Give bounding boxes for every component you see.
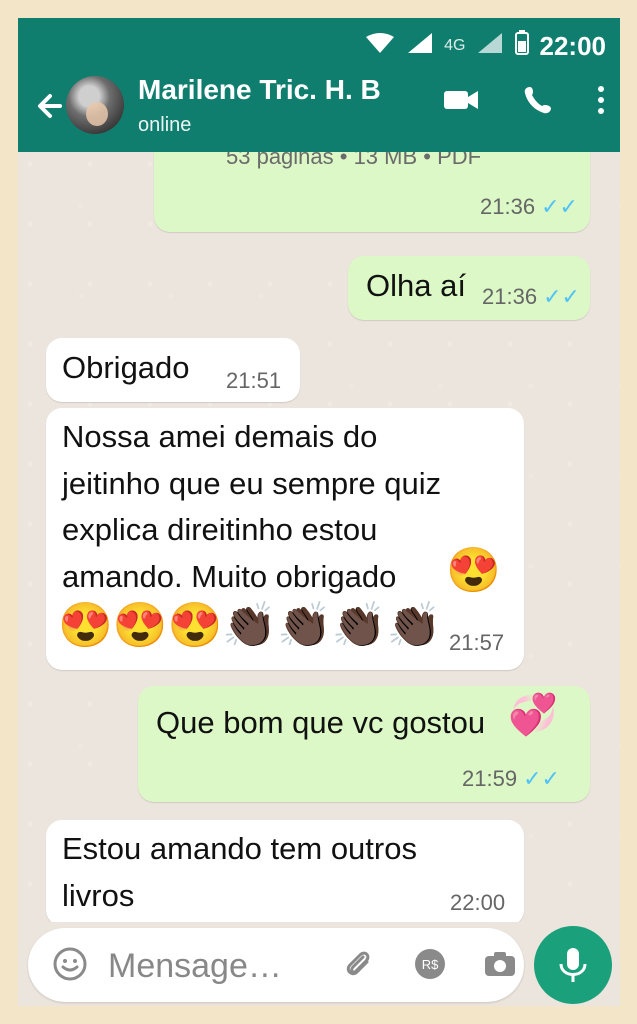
composer-bar: R$ xyxy=(18,922,620,1006)
message-time: 21:59 ✓✓ xyxy=(462,766,560,792)
video-call-icon[interactable] xyxy=(442,85,480,120)
chat-screen: 4G 22:00 Marilene Tric. H. B online 53 p… xyxy=(18,18,620,1006)
read-ticks-icon: ✓✓ xyxy=(541,194,578,219)
document-meta: 53 páginas • 13 MB • PDF xyxy=(226,152,482,169)
app-bar: Marilene Tric. H. B online xyxy=(18,68,620,152)
network-label: 4G xyxy=(444,37,466,54)
emoji-inline: 😍 xyxy=(446,546,501,595)
top-bar: 4G 22:00 Marilene Tric. H. B online xyxy=(18,18,620,152)
message-bubble-out[interactable]: Que bom que vc gostou 💞 21:59 ✓✓ xyxy=(138,686,590,802)
wifi-icon xyxy=(364,31,396,62)
phone-icon[interactable] xyxy=(522,84,554,121)
payment-icon[interactable]: R$ xyxy=(410,944,450,984)
message-bubble-document[interactable]: 53 páginas • 13 MB • PDF 21:36 ✓✓ xyxy=(154,152,590,232)
read-ticks-icon: ✓✓ xyxy=(523,766,560,791)
message-text: Nossa amei demais do jeitinho que eu sem… xyxy=(62,419,442,594)
time-label: 21:36 xyxy=(482,284,538,309)
message-bubble-in[interactable]: Estou amando tem outros livros 22:00 xyxy=(46,820,524,922)
header-actions xyxy=(442,84,606,121)
message-text: Olha aí xyxy=(366,268,466,303)
time-label: 21:57 xyxy=(449,630,505,655)
message-text: Estou amando tem outros livros xyxy=(62,831,417,913)
time-label: 21:51 xyxy=(226,368,282,393)
signal-icon-2 xyxy=(476,31,504,62)
message-time: 21:36 ✓✓ xyxy=(480,194,578,220)
presence-status: online xyxy=(138,114,192,136)
time-label: 21:59 xyxy=(462,766,518,791)
message-text: Que bom que vc gostou xyxy=(156,705,486,740)
message-input[interactable] xyxy=(106,944,340,988)
message-bubble-out[interactable]: Olha aí 21:36 ✓✓ xyxy=(348,256,590,320)
message-bubble-in[interactable]: Nossa amei demais do jeitinho que eu sem… xyxy=(46,408,524,670)
composer-input-container: R$ xyxy=(28,928,524,1002)
emoji-row: 😍😍😍👏🏿👏🏿👏🏿👏🏿 xyxy=(58,601,442,650)
camera-icon[interactable] xyxy=(480,944,520,984)
status-time: 22:00 xyxy=(539,30,607,61)
battery-icon xyxy=(514,29,530,63)
status-bar: 4G 22:00 xyxy=(364,26,606,66)
message-text: Obrigado xyxy=(62,350,190,385)
arrow-left-icon[interactable] xyxy=(30,86,70,126)
microphone-icon xyxy=(555,944,591,991)
mic-button[interactable] xyxy=(534,926,612,1004)
message-bubble-in[interactable]: Obrigado 21:51 xyxy=(46,338,300,402)
contact-name[interactable]: Marilene Tric. H. B xyxy=(138,74,381,106)
read-ticks-icon: ✓✓ xyxy=(543,284,580,309)
svg-text:R$: R$ xyxy=(422,957,439,972)
more-vert-icon[interactable] xyxy=(596,84,606,121)
avatar[interactable] xyxy=(66,76,124,134)
paperclip-icon[interactable] xyxy=(338,944,378,984)
time-label: 21:36 xyxy=(480,194,536,219)
emoji-icon[interactable] xyxy=(50,944,90,984)
time-label: 22:00 xyxy=(450,890,506,915)
signal-icon xyxy=(406,31,434,62)
message-list[interactable]: 53 páginas • 13 MB • PDF 21:36 ✓✓ Olha aí… xyxy=(18,152,620,922)
message-time: 21:36 ✓✓ xyxy=(482,284,580,310)
emoji-heart: 💞 xyxy=(508,693,558,737)
